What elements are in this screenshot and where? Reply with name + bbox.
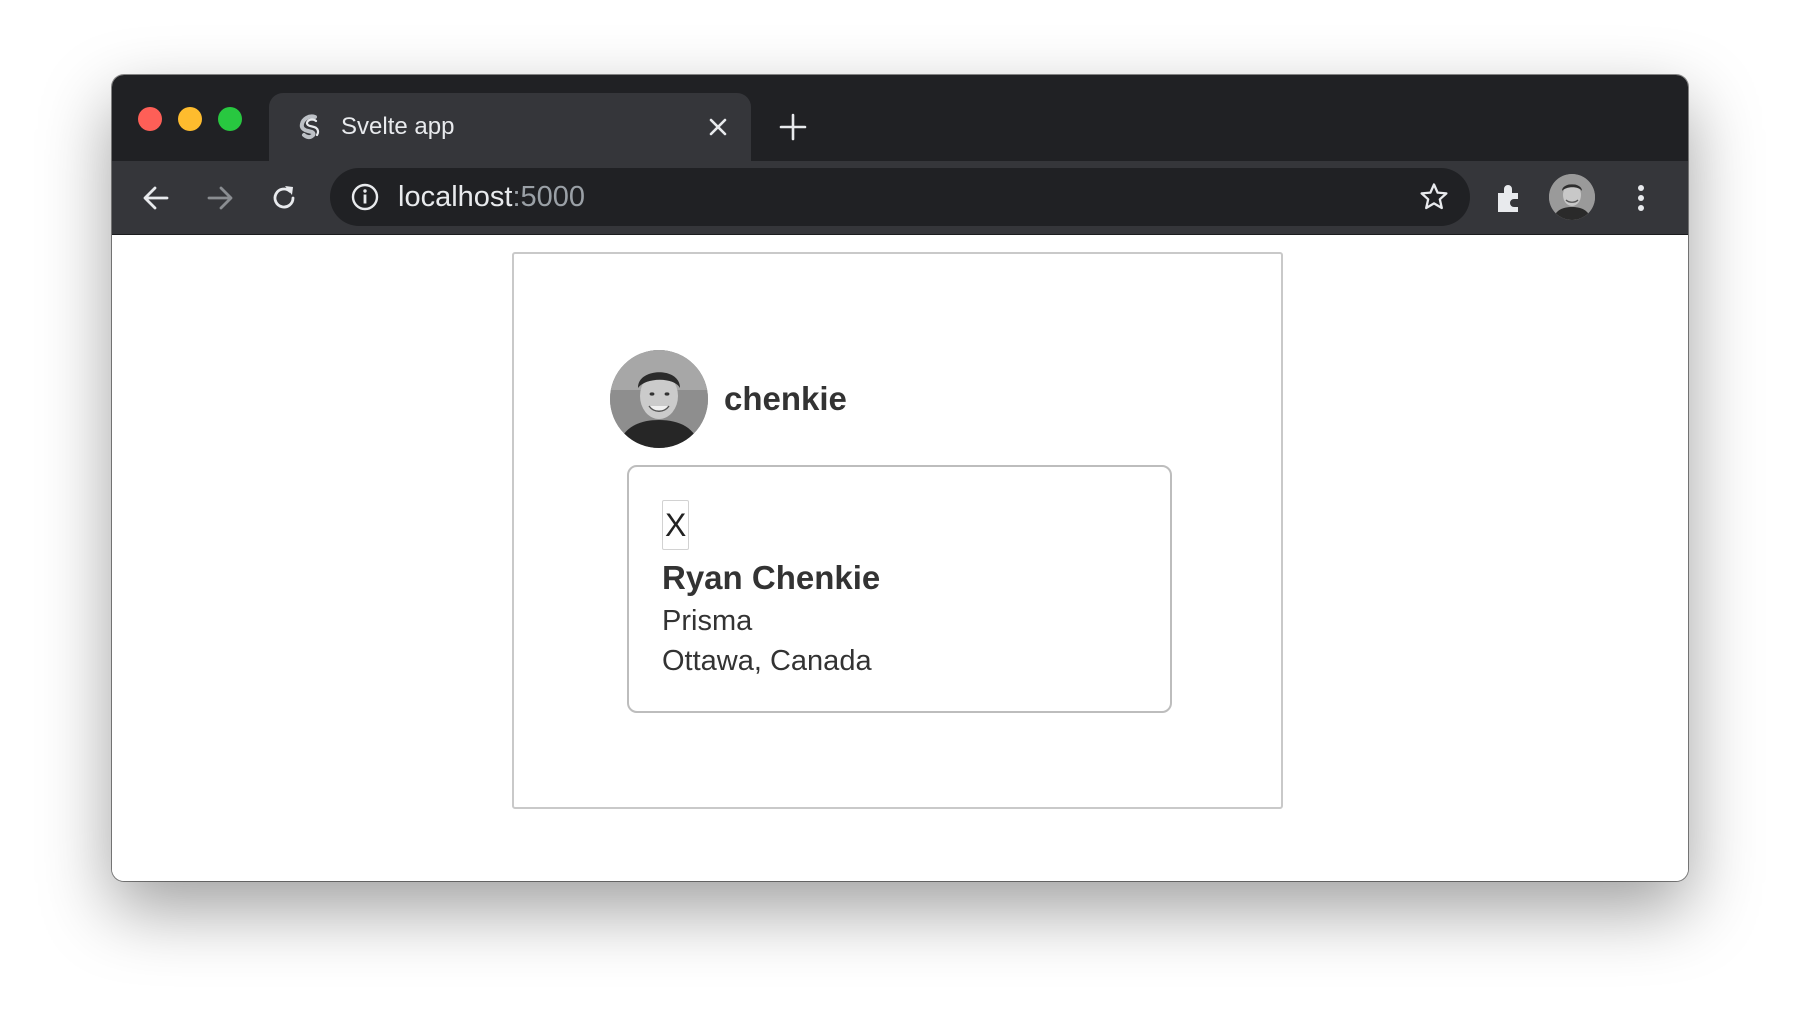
full-name: Ryan Chenkie: [662, 559, 881, 596]
minimize-window-button[interactable]: [178, 107, 202, 131]
profile-avatar[interactable]: [1549, 174, 1595, 220]
star-icon[interactable]: [1418, 181, 1450, 213]
reload-icon[interactable]: [266, 180, 302, 216]
avatar-face-icon: [1549, 174, 1595, 220]
tab-title: Svelte app: [341, 113, 455, 140]
maximize-window-button[interactable]: [218, 107, 242, 131]
location: Ottawa, Canada: [662, 645, 872, 677]
url-port: :5000: [512, 181, 586, 213]
username[interactable]: chenkie: [724, 380, 847, 418]
avatar-face-icon: [610, 350, 708, 448]
svelte-logo-icon: [299, 114, 320, 140]
avatar[interactable]: [610, 350, 708, 448]
user-details-panel: X Ryan Chenkie Prisma Ottawa, Canada: [627, 465, 1172, 713]
browser-toolbar: localhost:5000: [112, 161, 1688, 235]
profile-card: chenkie X Ryan Chenkie Prisma Ottawa, Ca…: [512, 252, 1283, 809]
tab-strip: Svelte app: [112, 75, 1688, 161]
tab-svelte-app[interactable]: Svelte app: [269, 93, 751, 161]
url-host: localhost: [398, 181, 513, 213]
more-vertical-icon[interactable]: [1624, 180, 1658, 216]
page-viewport: chenkie X Ryan Chenkie Prisma Ottawa, Ca…: [112, 235, 1688, 881]
close-icon[interactable]: [705, 114, 731, 140]
puzzle-icon[interactable]: [1492, 181, 1526, 215]
info-icon[interactable]: [350, 182, 380, 212]
arrow-left-icon[interactable]: [138, 180, 174, 216]
close-window-button[interactable]: [138, 107, 162, 131]
plus-icon[interactable]: [778, 112, 808, 142]
arrow-right-icon[interactable]: [202, 180, 238, 216]
close-details-button[interactable]: X: [662, 500, 690, 550]
url-text: localhost:5000: [398, 181, 585, 213]
browser-window: Svelte app localhost:5000 chenkie X Ryan…: [112, 75, 1688, 881]
company: Prisma: [662, 605, 753, 637]
address-bar[interactable]: localhost:5000: [330, 168, 1470, 226]
